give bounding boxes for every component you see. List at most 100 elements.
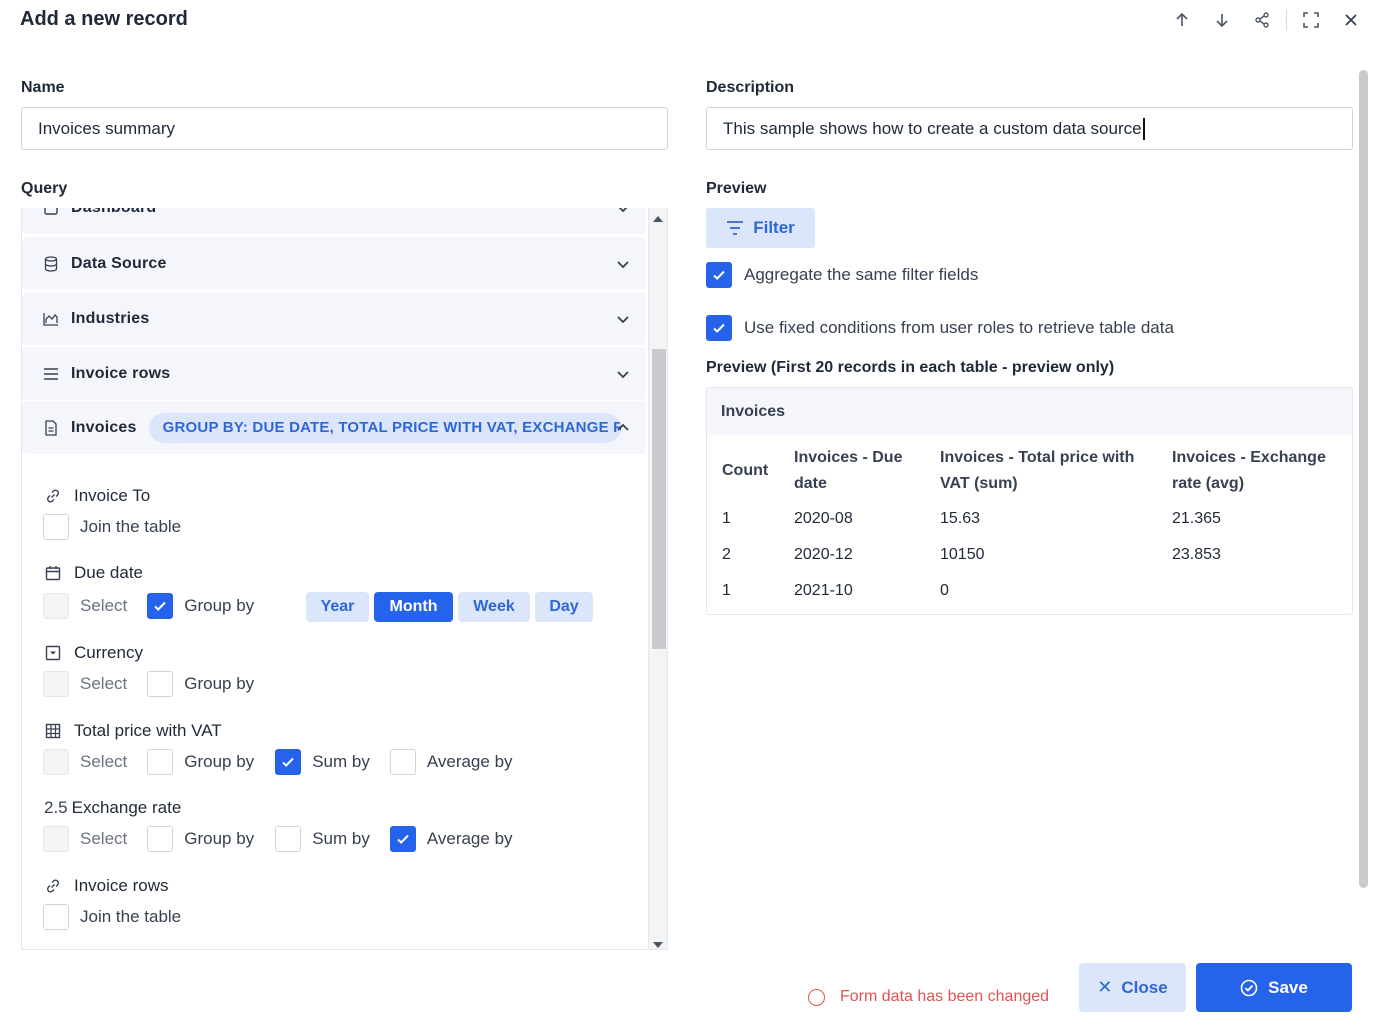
form-status: Form data has been changed — [808, 988, 1049, 1006]
select-checkbox[interactable] — [43, 826, 69, 852]
check-icon — [154, 601, 166, 611]
section-invoice-rows[interactable]: Invoice rows — [22, 347, 646, 400]
group-by-badge: GROUP BY: DUE DATE, TOTAL PRICE WITH VAT… — [148, 412, 621, 443]
arrow-up-icon[interactable] — [1162, 8, 1202, 32]
section-data-source[interactable]: Data Source — [22, 237, 646, 290]
fixed-conditions-option: Use fixed conditions from user roles to … — [706, 315, 1174, 341]
period-week-button[interactable]: Week — [458, 592, 530, 622]
sum-by-label: Sum by — [312, 752, 370, 771]
section-dashboard[interactable]: Dashboard — [22, 208, 646, 234]
check-circle-icon — [1240, 979, 1258, 996]
calendar-icon — [44, 564, 62, 582]
period-month-button[interactable]: Month — [374, 592, 453, 622]
scroll-down-icon[interactable] — [653, 942, 663, 948]
close-icon[interactable] — [1331, 8, 1371, 32]
column-header: Invoices - Total price with VAT (sum) — [940, 449, 1135, 492]
join-table-label: Join the table — [80, 517, 182, 536]
select-label: Select — [80, 596, 128, 615]
share-icon[interactable] — [1242, 8, 1282, 32]
section-label: Invoices — [71, 418, 137, 436]
preview-label: Preview — [706, 180, 767, 197]
select-checkbox[interactable] — [43, 749, 69, 775]
table-icon — [44, 722, 62, 740]
sum-by-checkbox[interactable] — [275, 826, 302, 852]
chart-icon — [42, 310, 60, 328]
preview-subtitle: Preview (First 20 records in each table … — [706, 359, 1115, 376]
link-icon — [44, 487, 62, 505]
total-price-options: Select Group by Sum by Average by — [43, 749, 513, 775]
select-label: Select — [80, 829, 128, 848]
section-industries[interactable]: Industries — [22, 292, 646, 345]
status-text: Form data has been changed — [840, 988, 1050, 1005]
fixed-conditions-checkbox[interactable] — [706, 315, 732, 341]
currency-options: Select Group by — [43, 671, 254, 697]
invoice-to-options: Join the table — [43, 514, 181, 540]
filter-button[interactable]: Filter — [706, 208, 815, 248]
close-button[interactable]: ✕ Close — [1079, 963, 1186, 1012]
group-by-checkbox[interactable] — [147, 671, 174, 697]
name-input[interactable]: Invoices summary — [21, 107, 668, 150]
status-circle-icon — [808, 988, 825, 1006]
period-day-button[interactable]: Day — [535, 592, 593, 622]
fullscreen-icon[interactable] — [1291, 8, 1331, 32]
toolbar-divider — [1286, 10, 1287, 30]
group-by-label: Group by — [184, 752, 255, 771]
group-by-checkbox[interactable] — [147, 593, 174, 619]
section-invoices[interactable]: Invoices GROUP BY: DUE DATE, TOTAL PRICE… — [22, 401, 646, 454]
table-cell: 2020-08 — [794, 510, 853, 527]
section-label: Data Source — [71, 254, 167, 272]
field-label: Invoice rows — [74, 876, 169, 895]
chevron-down-icon[interactable] — [614, 310, 632, 328]
sum-by-checkbox[interactable] — [275, 749, 302, 775]
preview-table-title: Invoices — [707, 388, 1352, 435]
field-label: Due date — [74, 563, 143, 582]
document-icon — [42, 419, 60, 437]
save-button[interactable]: Save — [1196, 963, 1352, 1012]
query-scrollbar[interactable] — [648, 208, 667, 949]
join-table-checkbox[interactable] — [43, 514, 69, 540]
field-label: Total price with VAT — [74, 721, 222, 740]
average-by-checkbox[interactable] — [389, 749, 416, 775]
aggregate-label: Aggregate the same filter fields — [744, 265, 979, 284]
group-by-checkbox[interactable] — [147, 749, 174, 775]
check-icon — [713, 270, 725, 280]
group-by-label: Group by — [184, 829, 255, 848]
description-input[interactable]: This sample shows how to create a custom… — [706, 107, 1353, 150]
scroll-up-icon[interactable] — [653, 216, 663, 222]
preview-table: Invoices Count Invoices - Due date Invoi… — [706, 387, 1353, 615]
field-invoice-rows: Invoice rows — [44, 876, 168, 896]
fixed-conditions-label: Use fixed conditions from user roles to … — [744, 318, 1174, 337]
chevron-down-icon[interactable] — [614, 208, 632, 217]
link-icon — [44, 877, 62, 895]
close-x-icon: ✕ — [1097, 977, 1113, 997]
query-panel: Dashboard Data Source Industries Invoice… — [21, 208, 668, 950]
table-cell: 23.853 — [1172, 546, 1221, 563]
dialog-scrollbar[interactable] — [1359, 70, 1368, 888]
chevron-down-icon[interactable] — [614, 365, 632, 383]
column-header: Invoices - Due date — [794, 449, 903, 492]
name-label: Name — [21, 79, 65, 96]
join-table-checkbox[interactable] — [43, 904, 69, 930]
sum-by-label: Sum by — [312, 829, 370, 848]
table-cell: 10150 — [940, 546, 985, 563]
select-checkbox[interactable] — [43, 671, 69, 697]
select-label: Select — [80, 752, 128, 771]
name-input-value: Invoices summary — [38, 118, 175, 138]
filter-label: Filter — [753, 218, 795, 237]
group-by-checkbox[interactable] — [147, 826, 174, 852]
chevron-down-icon[interactable] — [614, 255, 632, 273]
chevron-up-icon[interactable] — [614, 419, 632, 437]
field-invoice-to: Invoice To — [44, 486, 150, 506]
arrow-down-icon[interactable] — [1202, 8, 1242, 32]
check-icon — [282, 757, 294, 767]
select-checkbox[interactable] — [43, 593, 69, 619]
save-label: Save — [1268, 977, 1308, 997]
table-cell: 1 — [722, 582, 731, 599]
average-by-checkbox[interactable] — [389, 826, 416, 852]
average-by-label: Average by — [426, 752, 513, 771]
field-currency: Currency — [44, 643, 143, 663]
aggregate-checkbox[interactable] — [706, 262, 732, 288]
field-due-date: Due date — [44, 563, 143, 583]
scrollbar-thumb[interactable] — [652, 349, 666, 649]
period-year-button[interactable]: Year — [306, 592, 369, 622]
